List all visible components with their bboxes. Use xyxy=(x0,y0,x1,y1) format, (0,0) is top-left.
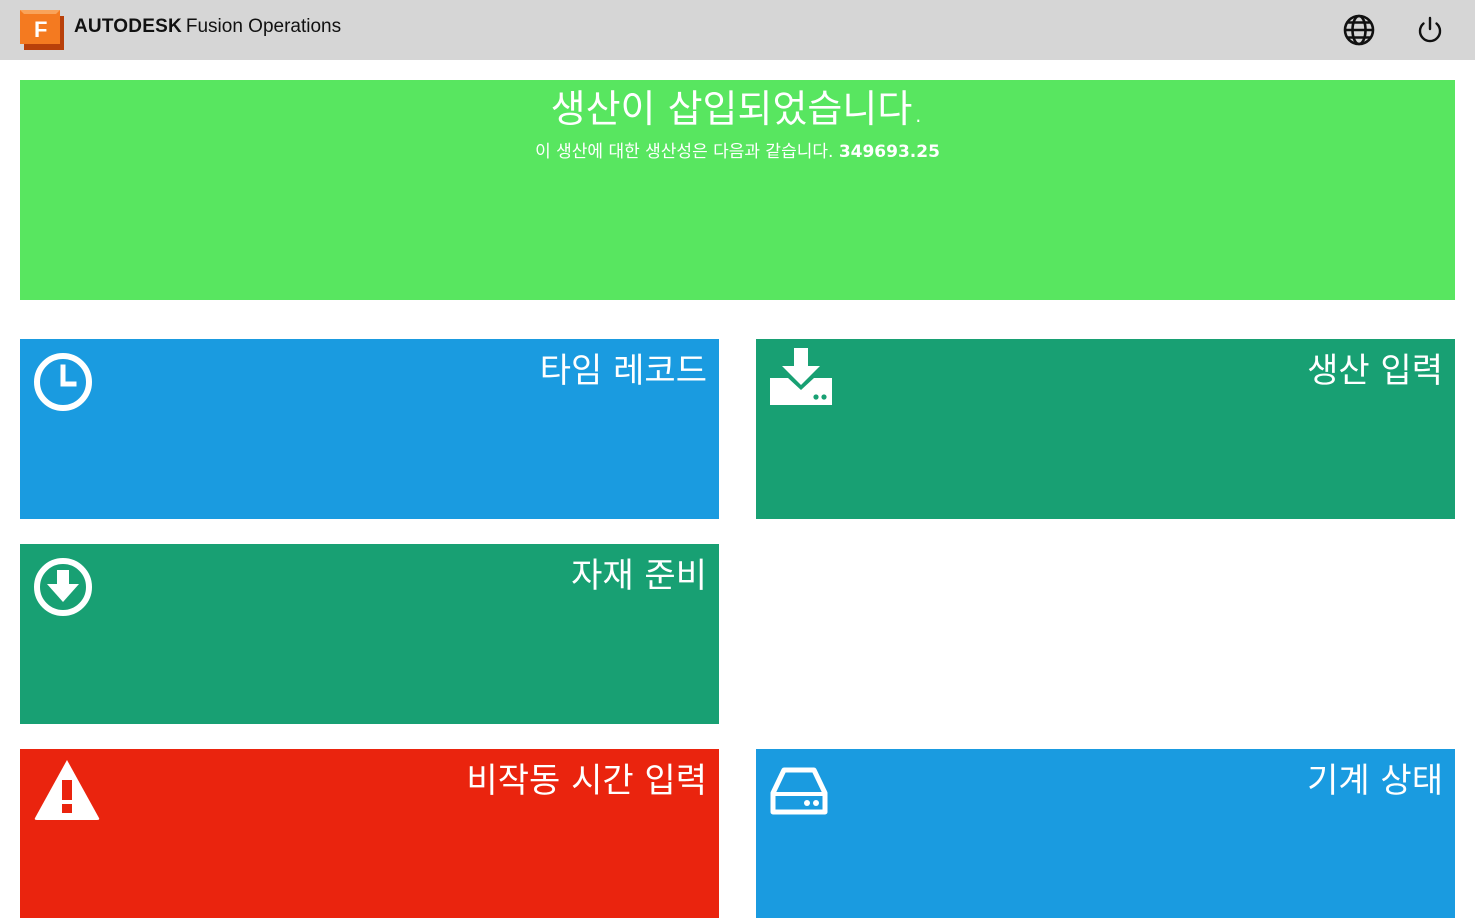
globe-icon[interactable] xyxy=(1341,12,1377,48)
material-prep-label: 자재 준비 xyxy=(571,556,707,596)
brand-autodesk: AUTODESK xyxy=(74,16,182,37)
app-brand: AUTODESK Fusion Operations xyxy=(74,15,341,39)
power-icon[interactable] xyxy=(1412,12,1448,48)
arrow-down-circle-icon xyxy=(34,558,92,616)
brand-product: Fusion Operations xyxy=(185,16,342,37)
download-tray-icon xyxy=(770,348,832,405)
production-input-tile[interactable]: 생산 입력 xyxy=(756,339,1455,519)
machine-status-label: 기계 상태 xyxy=(1307,761,1443,801)
top-bar: F AUTODESK Fusion Operations xyxy=(0,0,1475,60)
svg-text:F: F xyxy=(34,17,47,42)
machine-status-tile[interactable]: 기계 상태 xyxy=(756,749,1455,918)
clock-icon xyxy=(34,353,92,411)
success-banner xyxy=(20,80,1455,300)
warning-icon xyxy=(34,760,100,820)
downtime-input-label: 비작동 시간 입력 xyxy=(466,761,707,801)
fusion-logo-icon: F xyxy=(20,10,64,50)
production-input-label: 생산 입력 xyxy=(1307,351,1443,391)
hard-drive-icon xyxy=(770,767,828,815)
time-record-tile[interactable]: 타임 레코드 xyxy=(20,339,719,519)
downtime-input-tile[interactable]: 비작동 시간 입력 xyxy=(20,749,719,918)
time-record-label: 타임 레코드 xyxy=(539,351,707,391)
material-prep-tile[interactable]: 자재 준비 xyxy=(20,544,719,724)
